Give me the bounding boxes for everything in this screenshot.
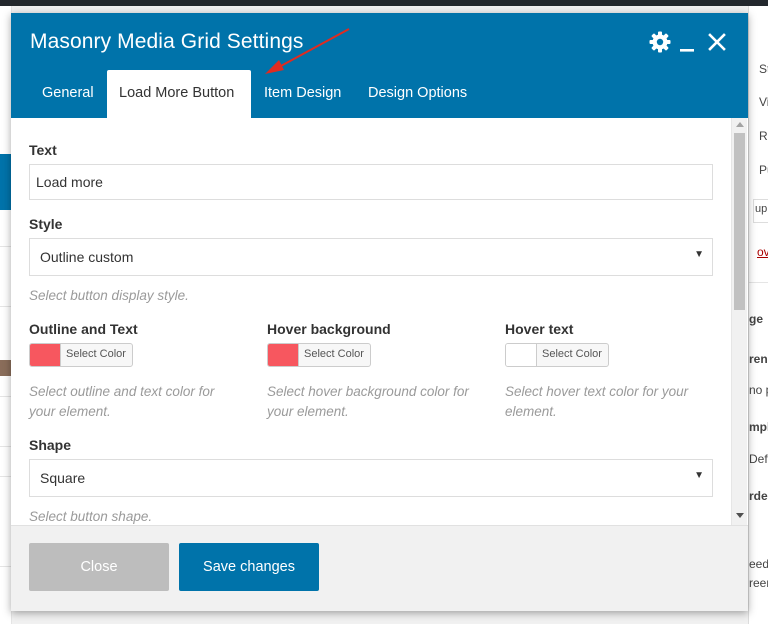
style-select[interactable]: Outline custom ▼ <box>29 238 713 276</box>
outline-and-text-help: Select outline and text color for your e… <box>29 384 215 419</box>
bg-sidebar-text: Defa <box>749 452 768 466</box>
bg-sidebar-heading: rder <box>749 489 768 503</box>
shape-select[interactable]: Square ▼ <box>29 459 713 497</box>
modal-title: Masonry Media Grid Settings <box>30 30 304 53</box>
style-help-text: Select button display style. <box>29 288 189 303</box>
chevron-down-icon: ▼ <box>694 249 704 260</box>
hover-text-label: Hover text <box>505 321 574 337</box>
shape-select-value: Square <box>40 470 86 486</box>
text-field-label: Text <box>29 142 57 158</box>
text-input[interactable] <box>29 164 713 200</box>
bg-sidebar-text: St <box>759 62 768 76</box>
bg-sidebar-text: Re <box>759 129 768 143</box>
modal-footer: Close Save changes <box>11 525 748 611</box>
bg-sidebar-text: Vi <box>759 95 768 109</box>
bg-sidebar-text: no p <box>749 383 768 397</box>
background-right-sidebar: St Vi Re Pu uplic ove ge ren no p mpl De… <box>748 6 768 624</box>
tab-design-options[interactable]: Design Options <box>355 70 480 118</box>
bg-sidebar-text: eed <box>749 557 768 571</box>
tab-item-design[interactable]: Item Design <box>251 70 354 118</box>
close-icon[interactable] <box>705 30 729 54</box>
tab-load-more-button[interactable]: Load More Button <box>107 70 251 118</box>
hover-text-color-picker[interactable]: Select Color <box>505 343 609 367</box>
save-changes-button[interactable]: Save changes <box>179 543 319 591</box>
shape-field-label: Shape <box>29 437 72 453</box>
outline-and-text-color-picker[interactable]: Select Color <box>29 343 133 367</box>
select-color-label: Select Color <box>66 348 126 360</box>
scrollbar-thumb[interactable] <box>734 133 745 310</box>
hover-background-color-picker[interactable]: Select Color <box>267 343 371 367</box>
color-swatch <box>268 344 299 366</box>
modal-tabs: General Load More Button Item Design Des… <box>11 70 748 118</box>
bg-sidebar-text: reen <box>749 576 768 590</box>
hover-background-label: Hover background <box>267 321 391 337</box>
hover-background-help: Select hover background color for your e… <box>267 384 469 419</box>
modal-body: Text Style Outline custom ▼ Select butto… <box>11 118 748 525</box>
bg-sidebar-text: Pu <box>759 163 768 177</box>
hover-text-help: Select hover text color for your element… <box>505 384 689 419</box>
modal-header: Masonry Media Grid Settings General Load <box>11 13 748 118</box>
close-button[interactable]: Close <box>29 543 169 591</box>
scroll-up-arrow-icon[interactable] <box>736 122 744 127</box>
color-swatch <box>30 344 61 366</box>
select-color-label: Select Color <box>542 348 602 360</box>
scroll-down-arrow-icon[interactable] <box>736 513 744 518</box>
bg-sidebar-heading: mpl <box>749 420 768 434</box>
settings-modal: Masonry Media Grid Settings General Load <box>11 13 748 611</box>
shape-help-text: Select button shape. <box>29 509 153 524</box>
select-color-label: Select Color <box>304 348 364 360</box>
bg-sidebar-text: uplic <box>755 203 768 215</box>
style-field-label: Style <box>29 216 63 232</box>
bg-sidebar-link: ove <box>757 245 768 259</box>
bg-sidebar-heading: ren <box>749 352 768 366</box>
bg-sidebar-heading: ge <box>749 312 764 326</box>
admin-top-bar <box>0 0 768 6</box>
minimize-icon[interactable] <box>676 30 700 54</box>
chevron-down-icon: ▼ <box>694 470 704 481</box>
modal-scrollbar[interactable] <box>731 118 747 525</box>
background-divider <box>749 282 768 283</box>
style-select-value: Outline custom <box>40 249 134 265</box>
color-swatch <box>506 344 537 366</box>
outline-and-text-label: Outline and Text <box>29 321 138 337</box>
gear-icon[interactable] <box>648 30 672 54</box>
tab-general[interactable]: General <box>29 70 107 118</box>
